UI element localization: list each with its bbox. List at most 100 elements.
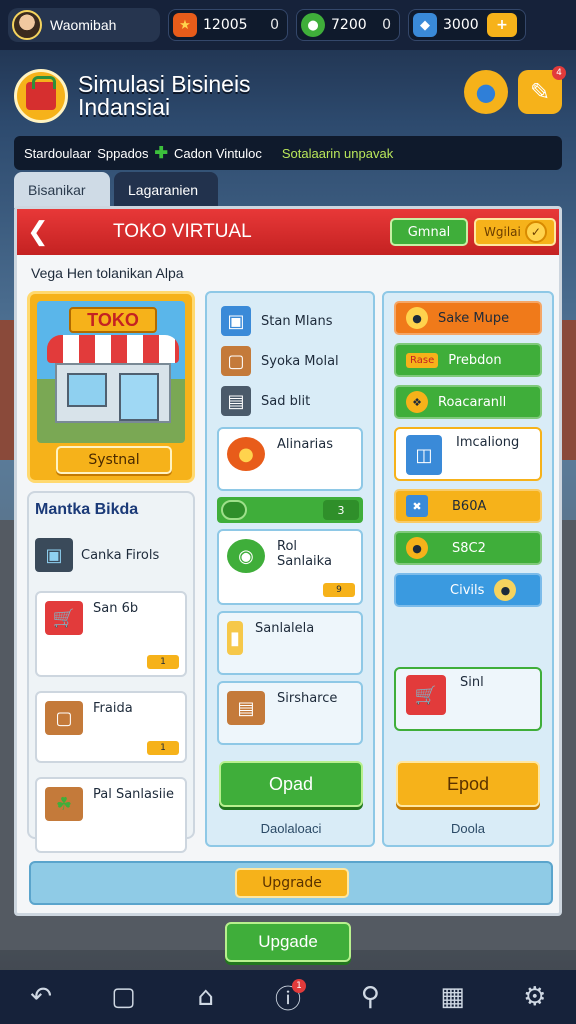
left-list-title: Mantka Bikda bbox=[35, 501, 139, 518]
main-tabs: Bisanikar Lagaranien bbox=[14, 172, 218, 208]
strip-text-2: Sppados bbox=[97, 145, 149, 161]
mid-item[interactable]: ▤ Sad blit bbox=[207, 381, 373, 421]
tab-bisanikar[interactable]: Bisanikar bbox=[14, 172, 110, 208]
resource-coin-value: 7200 bbox=[331, 17, 367, 33]
cart-icon: 🛒 bbox=[406, 675, 446, 715]
basket-icon: ▤ bbox=[227, 691, 265, 725]
home-icon[interactable]: ⌂ bbox=[186, 977, 226, 1017]
right-pill-label: Roacaranll bbox=[438, 394, 507, 410]
list-item[interactable]: ▢ Fraida 1 bbox=[35, 691, 187, 763]
right-pill-label: Prebdon bbox=[448, 352, 502, 368]
gift-icon: ❖ bbox=[406, 391, 428, 413]
alert-icon[interactable]: ⓘ 1 bbox=[268, 977, 308, 1017]
square-icon[interactable]: ▢ bbox=[103, 977, 143, 1017]
mid-card[interactable]: ▤ Sirsharce bbox=[217, 681, 363, 745]
list-item-label: Pal Sanlasiie bbox=[93, 787, 174, 802]
game-title-line2: Indansiai bbox=[78, 94, 171, 120]
left-list-card: Mantka Bikda ▣ Canka Firols 🛒 San 6b 1 ▢… bbox=[27, 491, 195, 853]
item-tag: 9 bbox=[323, 583, 355, 597]
right-column: ● Sake Mupe Rase Prebdon ❖ Roacaranll ◫ … bbox=[382, 291, 554, 847]
right-pill-label: B60A bbox=[452, 498, 487, 514]
x-box-icon: ✖ bbox=[406, 495, 428, 517]
right-card-label: Sinl bbox=[460, 675, 484, 690]
middle-column: ▣ Stan Mlans ▢ Syoka Molal ▤ Sad blit ● … bbox=[205, 291, 375, 847]
tab-lagaranien[interactable]: Lagaranien bbox=[114, 172, 218, 208]
search-button[interactable]: ● bbox=[464, 70, 508, 114]
back-icon[interactable]: ↶ bbox=[21, 977, 61, 1017]
strip-text-3: Cadon Vintuloc bbox=[173, 145, 262, 161]
search-icon: ● bbox=[475, 78, 497, 106]
panel-title: TOKO VIRTUAL bbox=[113, 221, 252, 242]
right-pill[interactable]: ❖ Roacaranll bbox=[394, 385, 542, 419]
header-yellow-button[interactable]: Wgilai ✓ bbox=[474, 218, 556, 246]
mid-card-label: Alinarias bbox=[277, 437, 334, 452]
green-coin-icon: ● bbox=[301, 13, 325, 37]
username: Waomibah bbox=[50, 17, 117, 33]
right-card[interactable]: 🛒 Sinl bbox=[394, 667, 542, 731]
fire-shield-icon: ★ bbox=[173, 13, 197, 37]
shop-icon[interactable]: ▦ bbox=[433, 977, 473, 1017]
upgrade-button[interactable]: Upgade bbox=[225, 922, 351, 962]
profile-chip[interactable]: Waomibah bbox=[8, 8, 160, 42]
register-icon: ▤ bbox=[221, 386, 251, 416]
header-green-button[interactable]: Gmnal bbox=[390, 218, 468, 246]
mid-card[interactable]: ◉ Rol Sanlaika 9 bbox=[217, 529, 363, 605]
mid-item-label: Sad blit bbox=[261, 393, 311, 409]
mid-card-label: Sirsharce bbox=[277, 691, 338, 706]
mid-footer: Daolaloaci bbox=[260, 821, 322, 836]
shopping-bag-icon: ◫ bbox=[406, 435, 442, 475]
item-tag: 1 bbox=[147, 655, 179, 669]
right-pill[interactable]: ✖ B60A bbox=[394, 489, 542, 523]
resource-coin[interactable]: ● 7200 0 bbox=[296, 9, 400, 41]
right-action-button[interactable]: Epod bbox=[396, 761, 540, 807]
progress-value: 3 bbox=[323, 500, 359, 520]
pencil-icon: ✎ bbox=[529, 78, 551, 106]
right-pill[interactable]: Rase Prebdon bbox=[394, 343, 542, 377]
panel-bottom-bar: Upgrade bbox=[29, 861, 553, 905]
mid-card-label: Rol Sanlaika bbox=[277, 539, 332, 569]
shop-card[interactable]: TOKO Systnal bbox=[27, 291, 195, 483]
box-icon: ▢ bbox=[45, 701, 83, 735]
upgrade-panel-button[interactable]: Upgrade bbox=[235, 868, 349, 898]
right-pill-label: Sake Mupe bbox=[438, 310, 510, 326]
mid-action-button[interactable]: Opad bbox=[219, 761, 363, 807]
right-pill[interactable]: ● Sake Mupe bbox=[394, 301, 542, 335]
avatar bbox=[12, 10, 42, 40]
cart-icon: 🛒 bbox=[45, 601, 83, 635]
alert-badge: 1 bbox=[291, 979, 306, 993]
coin-stack-icon: ● bbox=[227, 437, 265, 471]
list-item-label: San 6b bbox=[93, 601, 139, 616]
resource-fire[interactable]: ★ 12005 0 bbox=[168, 9, 288, 41]
add-currency-button[interactable]: + bbox=[487, 13, 517, 37]
profile-icon[interactable]: ⚲ bbox=[350, 977, 390, 1017]
top-status-bar: Waomibah ★ 12005 0 ● 7200 0 ◆ 3000 + bbox=[0, 0, 576, 50]
edit-button[interactable]: ✎ 4 bbox=[518, 66, 566, 114]
mid-card[interactable]: ● Alinarias bbox=[217, 427, 363, 491]
game-title-line1: Simulasi Bisineis bbox=[78, 71, 251, 97]
game-header: Simulasi Bisineis Indansiai ● ✎ 4 bbox=[0, 56, 576, 136]
header-yellow-label: Wgilai bbox=[484, 225, 521, 239]
progress-bar: 3 bbox=[217, 497, 363, 523]
list-item[interactable]: 🛒 San 6b 1 bbox=[35, 591, 187, 677]
list-item[interactable]: ▣ Canka Firols bbox=[35, 533, 187, 577]
coin-icon: ● bbox=[406, 307, 428, 329]
list-item[interactable]: ☘ Pal Sanlasiie bbox=[35, 777, 187, 853]
gear-icon[interactable]: ⚙ bbox=[515, 977, 555, 1017]
mid-card[interactable]: ▮ Sanlalela bbox=[217, 611, 363, 675]
right-card[interactable]: ◫ Imcaliong bbox=[394, 427, 542, 481]
resource-gem[interactable]: ◆ 3000 + bbox=[408, 9, 526, 41]
right-pill[interactable]: Civils ● bbox=[394, 573, 542, 607]
shop-select-button[interactable]: Systnal bbox=[56, 446, 172, 474]
mid-item[interactable]: ▢ Syoka Molal bbox=[207, 341, 373, 381]
gold-coin-icon: ● bbox=[406, 537, 428, 559]
strip-highlight[interactable]: Sotalaarin unpavak bbox=[282, 146, 393, 161]
mid-item[interactable]: ▣ Stan Mlans bbox=[207, 301, 373, 341]
right-pill[interactable]: ● S8C2 bbox=[394, 531, 542, 565]
back-arrow-icon[interactable]: ❮ bbox=[27, 217, 55, 247]
right-footer: Doola bbox=[451, 821, 485, 836]
green-roll-icon: ◉ bbox=[227, 539, 265, 573]
item-tag: 1 bbox=[147, 741, 179, 755]
resource-fire-value: 12005 bbox=[203, 17, 248, 33]
produce-box-icon: ☘ bbox=[45, 787, 83, 821]
chat-icon bbox=[221, 500, 247, 520]
